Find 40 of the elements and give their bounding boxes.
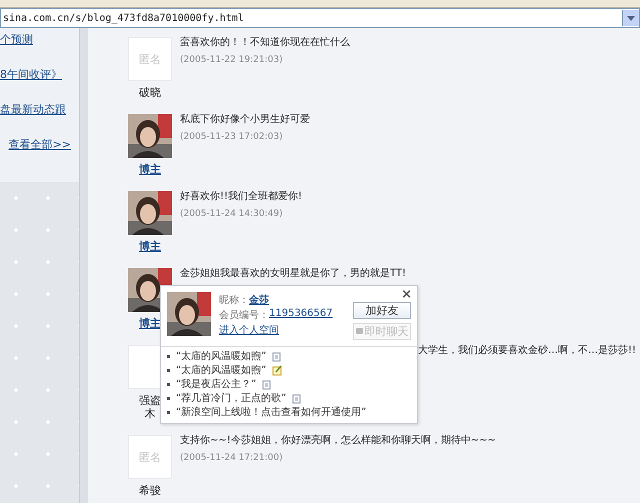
comment-text: 金莎姐姐我最喜欢的女明星就是你了，男的就是TT!	[180, 268, 406, 280]
comment-time: (2005-11-24 17:21:00)	[180, 453, 283, 463]
comment-text: 大学生，我们必须要喜欢金砂…啊，不…是莎莎!!	[418, 345, 636, 357]
comment-time: (2005-11-23 17:02:03)	[180, 132, 283, 142]
popup-list-link[interactable]: “我是夜店公主？”	[176, 378, 256, 391]
popup-list-link[interactable]: “太庙的风温暖如煦”	[176, 364, 266, 377]
commenter-name[interactable]: 希骏	[134, 484, 166, 497]
sidebar-link[interactable]: 8午间收评》	[0, 67, 62, 82]
document-icon[interactable]	[292, 394, 302, 404]
comment-time: (2005-11-24 14:30:49)	[180, 209, 283, 219]
nickname-link[interactable]: 金莎	[249, 293, 269, 307]
comment-text: 私底下你好像个小男生好可爱	[180, 114, 310, 126]
document-icon[interactable]	[272, 352, 282, 362]
close-button[interactable]: ×	[401, 287, 412, 302]
edit-icon[interactable]	[272, 365, 284, 376]
commenter-name[interactable]: 破晓	[134, 86, 166, 99]
nickname-label: 昵称：	[219, 294, 249, 307]
dropdown-icon[interactable]	[622, 10, 639, 26]
member-id-label: 会员编号：	[219, 308, 269, 322]
address-bar[interactable]: sina.com.cn/s/blog_473fd8a7010000fy.html	[0, 8, 640, 28]
commenter-name[interactable]: 博主	[134, 163, 166, 176]
add-friend-button[interactable]: 加好友	[353, 302, 411, 319]
comment-time: (2005-11-22 19:21:03)	[180, 55, 283, 65]
avatar-label: 匿名	[139, 450, 161, 464]
sidebar-link[interactable]: 个预测	[0, 32, 33, 47]
sidebar-link[interactable]: 盘最新动态跟	[0, 102, 66, 117]
commenter-name[interactable]: 博主	[134, 240, 166, 253]
avatar-label: 匿名	[139, 52, 161, 66]
url-text: sina.com.cn/s/blog_473fd8a7010000fy.html	[2, 12, 244, 24]
comment-text: 蛮喜欢你的！！不知道你现在在忙什么	[180, 37, 350, 49]
personal-space-link[interactable]: 进入个人空间	[219, 323, 279, 337]
chat-icon	[356, 328, 362, 335]
document-icon[interactable]	[262, 380, 272, 390]
member-id-link[interactable]: 1195366567	[269, 308, 333, 322]
popup-list-link[interactable]: “新浪空间上线啦！点击查看如何开通使用”	[176, 406, 366, 419]
sidebar-link[interactable]: 查看全部>>	[8, 137, 71, 152]
comment-text: 好喜欢你!!我们全班都爱你!	[180, 191, 302, 203]
popup-list-link[interactable]: “太庙的风温暖如煦”	[176, 350, 266, 363]
comment-text: 支持你~~!今莎姐姐，你好漂亮啊，怎么样能和你聊天啊，期待中~~~	[180, 435, 496, 447]
popup-list-link[interactable]: “荐几首冷门，正点的歌”	[176, 392, 286, 405]
